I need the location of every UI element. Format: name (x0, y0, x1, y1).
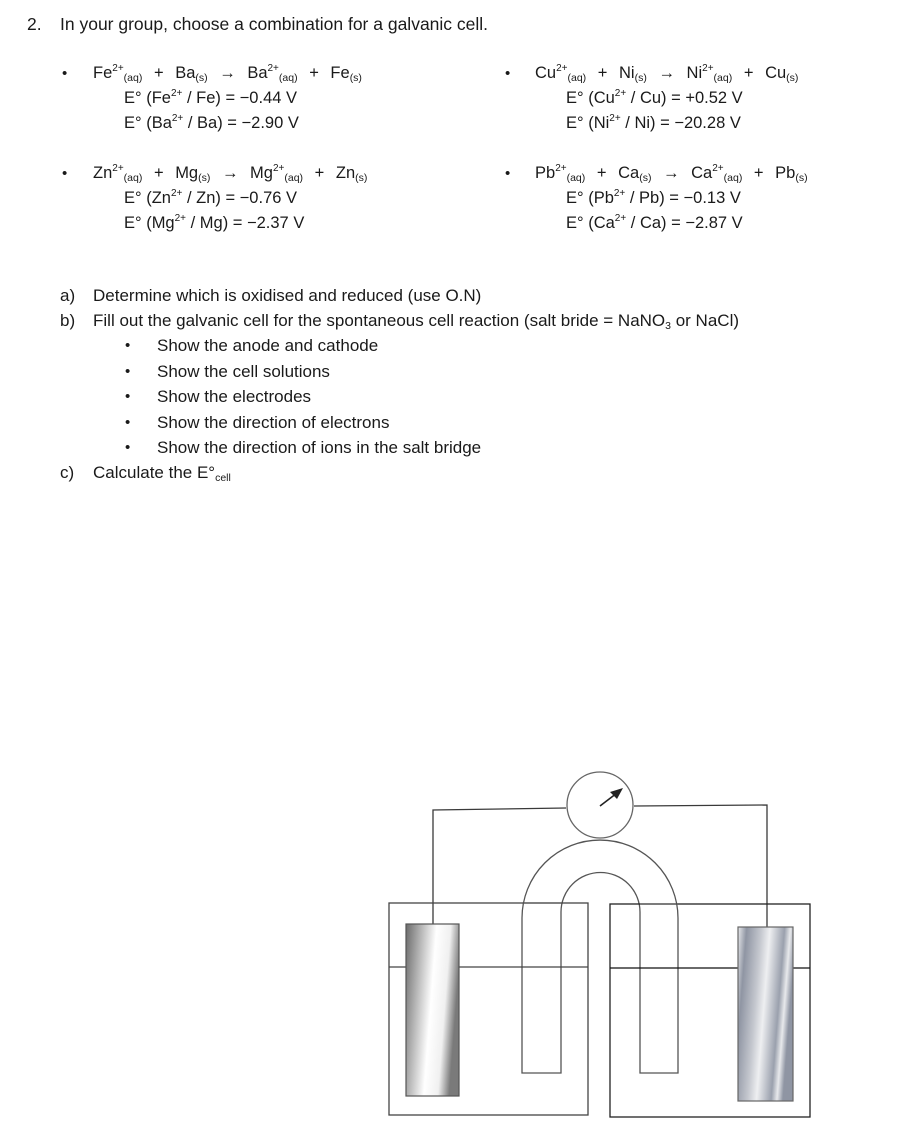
right-electrode (737, 926, 794, 1102)
salt-bridge (521, 839, 679, 1074)
left-wire (432, 807, 567, 924)
voltmeter-icon (599, 788, 623, 807)
left-electrode (405, 923, 460, 1097)
right-wire (633, 804, 768, 927)
galvanic-cell-diagram (388, 771, 811, 1118)
